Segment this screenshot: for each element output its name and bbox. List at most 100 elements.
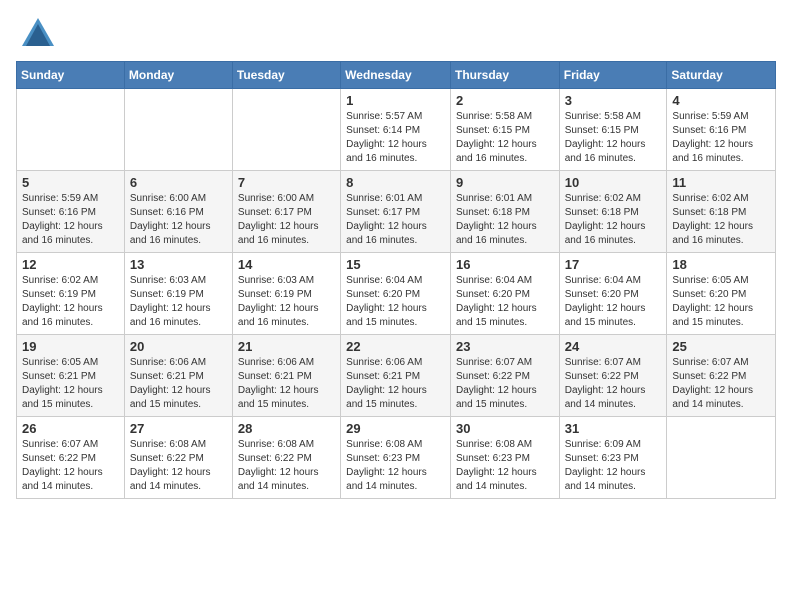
weekday-header-thursday: Thursday (450, 62, 559, 89)
day-number: 20 (130, 339, 227, 354)
day-number: 15 (346, 257, 445, 272)
day-info: Sunrise: 6:05 AM Sunset: 6:21 PM Dayligh… (22, 356, 119, 412)
calendar-cell: 1 Sunrise: 5:57 AM Sunset: 6:14 PM Daylig… (341, 89, 451, 171)
calendar-cell: 8 Sunrise: 6:01 AM Sunset: 6:17 PM Daylig… (341, 171, 451, 253)
day-info: Sunrise: 6:07 AM Sunset: 6:22 PM Dayligh… (672, 356, 770, 412)
calendar-cell: 12Sunrise: 6:02 AM Sunset: 6:19 PM Dayli… (17, 253, 125, 335)
page-header (16, 16, 776, 51)
day-number: 28 (238, 421, 335, 436)
day-info: Sunrise: 6:04 AM Sunset: 6:20 PM Dayligh… (565, 274, 662, 330)
day-info: Sunrise: 6:08 AM Sunset: 6:23 PM Dayligh… (346, 438, 445, 494)
calendar-week-row: 1 Sunrise: 5:57 AM Sunset: 6:14 PM Daylig… (17, 89, 776, 171)
calendar-week-row: 5Sunrise: 5:59 AM Sunset: 6:16 PM Daylig… (17, 171, 776, 253)
day-number: 27 (130, 421, 227, 436)
calendar-cell: 20 Sunrise: 6:06 AM Sunset: 6:21 PM Dayli… (124, 335, 232, 417)
day-number: 23 (456, 339, 554, 354)
calendar-week-row: 19 Sunrise: 6:05 AM Sunset: 6:21 PM Dayli… (17, 335, 776, 417)
day-number: 6 (130, 175, 227, 190)
day-info: Sunrise: 6:08 AM Sunset: 6:23 PM Dayligh… (456, 438, 554, 494)
day-number: 16 (456, 257, 554, 272)
day-info: Sunrise: 6:04 AM Sunset: 6:20 PM Dayligh… (346, 274, 445, 330)
day-info: Sunrise: 6:03 AM Sunset: 6:19 PM Dayligh… (238, 274, 335, 330)
calendar-cell: 13 Sunrise: 6:03 AM Sunset: 6:19 PM Dayli… (124, 253, 232, 335)
day-number: 24 (565, 339, 662, 354)
day-info: Sunrise: 5:59 AM Sunset: 6:16 PM Dayligh… (22, 192, 119, 248)
calendar-cell: 16 Sunrise: 6:04 AM Sunset: 6:20 PM Dayli… (450, 253, 559, 335)
day-info: Sunrise: 5:58 AM Sunset: 6:15 PM Dayligh… (565, 110, 662, 166)
calendar-cell: 25 Sunrise: 6:07 AM Sunset: 6:22 PM Dayli… (667, 335, 776, 417)
calendar-week-row: 12Sunrise: 6:02 AM Sunset: 6:19 PM Dayli… (17, 253, 776, 335)
day-info: Sunrise: 5:59 AM Sunset: 6:16 PM Dayligh… (672, 110, 770, 166)
day-info: Sunrise: 6:00 AM Sunset: 6:16 PM Dayligh… (130, 192, 227, 248)
day-number: 13 (130, 257, 227, 272)
day-number: 1 (346, 93, 445, 108)
day-number: 2 (456, 93, 554, 108)
day-number: 30 (456, 421, 554, 436)
calendar-cell: 29 Sunrise: 6:08 AM Sunset: 6:23 PM Dayli… (341, 417, 451, 499)
calendar-cell: 5Sunrise: 5:59 AM Sunset: 6:16 PM Daylig… (17, 171, 125, 253)
calendar-cell: 28 Sunrise: 6:08 AM Sunset: 6:22 PM Dayli… (232, 417, 340, 499)
calendar-cell: 19 Sunrise: 6:05 AM Sunset: 6:21 PM Dayli… (17, 335, 125, 417)
day-number: 9 (456, 175, 554, 190)
day-info: Sunrise: 6:07 AM Sunset: 6:22 PM Dayligh… (22, 438, 119, 494)
day-number: 11 (672, 175, 770, 190)
day-number: 18 (672, 257, 770, 272)
calendar-cell: 31 Sunrise: 6:09 AM Sunset: 6:23 PM Dayli… (559, 417, 667, 499)
day-info: Sunrise: 5:57 AM Sunset: 6:14 PM Dayligh… (346, 110, 445, 166)
day-info: Sunrise: 6:01 AM Sunset: 6:17 PM Dayligh… (346, 192, 445, 248)
day-info: Sunrise: 6:09 AM Sunset: 6:23 PM Dayligh… (565, 438, 662, 494)
weekday-header-tuesday: Tuesday (232, 62, 340, 89)
day-info: Sunrise: 6:02 AM Sunset: 6:18 PM Dayligh… (565, 192, 662, 248)
calendar-cell: 30 Sunrise: 6:08 AM Sunset: 6:23 PM Dayli… (450, 417, 559, 499)
calendar-cell: 26 Sunrise: 6:07 AM Sunset: 6:22 PM Dayli… (17, 417, 125, 499)
day-info: Sunrise: 6:08 AM Sunset: 6:22 PM Dayligh… (238, 438, 335, 494)
day-number: 10 (565, 175, 662, 190)
day-info: Sunrise: 6:07 AM Sunset: 6:22 PM Dayligh… (456, 356, 554, 412)
calendar-table: SundayMondayTuesdayWednesdayThursdayFrid… (16, 61, 776, 499)
day-info: Sunrise: 6:01 AM Sunset: 6:18 PM Dayligh… (456, 192, 554, 248)
day-info: Sunrise: 6:06 AM Sunset: 6:21 PM Dayligh… (130, 356, 227, 412)
logo (16, 16, 54, 51)
calendar-cell: 3 Sunrise: 5:58 AM Sunset: 6:15 PM Daylig… (559, 89, 667, 171)
day-info: Sunrise: 5:58 AM Sunset: 6:15 PM Dayligh… (456, 110, 554, 166)
calendar-cell: 17 Sunrise: 6:04 AM Sunset: 6:20 PM Dayli… (559, 253, 667, 335)
calendar-cell: 15 Sunrise: 6:04 AM Sunset: 6:20 PM Dayli… (341, 253, 451, 335)
day-info: Sunrise: 6:03 AM Sunset: 6:19 PM Dayligh… (130, 274, 227, 330)
calendar-cell (667, 417, 776, 499)
day-number: 4 (672, 93, 770, 108)
logo-icon (22, 18, 54, 51)
day-number: 19 (22, 339, 119, 354)
calendar-cell (17, 89, 125, 171)
day-number: 22 (346, 339, 445, 354)
day-number: 12 (22, 257, 119, 272)
calendar-cell: 18Sunrise: 6:05 AM Sunset: 6:20 PM Dayli… (667, 253, 776, 335)
weekday-header-wednesday: Wednesday (341, 62, 451, 89)
weekday-header-monday: Monday (124, 62, 232, 89)
calendar-cell: 6 Sunrise: 6:00 AM Sunset: 6:16 PM Daylig… (124, 171, 232, 253)
day-info: Sunrise: 6:08 AM Sunset: 6:22 PM Dayligh… (130, 438, 227, 494)
day-number: 17 (565, 257, 662, 272)
day-number: 25 (672, 339, 770, 354)
day-number: 14 (238, 257, 335, 272)
day-number: 31 (565, 421, 662, 436)
calendar-cell: 4 Sunrise: 5:59 AM Sunset: 6:16 PM Daylig… (667, 89, 776, 171)
weekday-header-saturday: Saturday (667, 62, 776, 89)
calendar-cell: 10 Sunrise: 6:02 AM Sunset: 6:18 PM Dayli… (559, 171, 667, 253)
calendar-week-row: 26 Sunrise: 6:07 AM Sunset: 6:22 PM Dayli… (17, 417, 776, 499)
calendar-cell: 9 Sunrise: 6:01 AM Sunset: 6:18 PM Daylig… (450, 171, 559, 253)
day-number: 7 (238, 175, 335, 190)
calendar-cell: 24Sunrise: 6:07 AM Sunset: 6:22 PM Dayli… (559, 335, 667, 417)
calendar-cell: 22Sunrise: 6:06 AM Sunset: 6:21 PM Dayli… (341, 335, 451, 417)
calendar-cell: 27 Sunrise: 6:08 AM Sunset: 6:22 PM Dayli… (124, 417, 232, 499)
day-number: 29 (346, 421, 445, 436)
day-info: Sunrise: 6:02 AM Sunset: 6:18 PM Dayligh… (672, 192, 770, 248)
calendar-cell: 7Sunrise: 6:00 AM Sunset: 6:17 PM Daylig… (232, 171, 340, 253)
day-number: 26 (22, 421, 119, 436)
calendar-cell: 21Sunrise: 6:06 AM Sunset: 6:21 PM Dayli… (232, 335, 340, 417)
day-number: 8 (346, 175, 445, 190)
day-info: Sunrise: 6:04 AM Sunset: 6:20 PM Dayligh… (456, 274, 554, 330)
calendar-cell: 14 Sunrise: 6:03 AM Sunset: 6:19 PM Dayli… (232, 253, 340, 335)
day-number: 3 (565, 93, 662, 108)
weekday-header-friday: Friday (559, 62, 667, 89)
calendar-cell (124, 89, 232, 171)
